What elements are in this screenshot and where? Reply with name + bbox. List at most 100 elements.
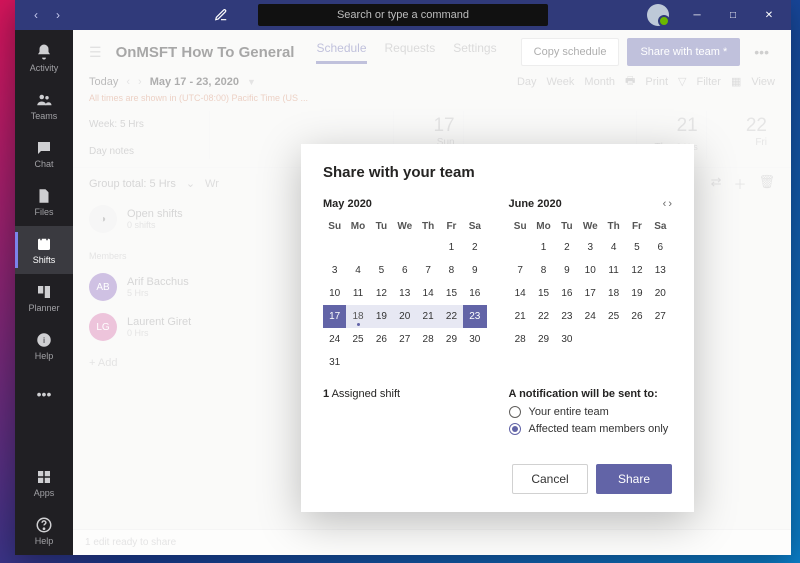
shifts-icon xyxy=(35,235,53,253)
compose-icon[interactable] xyxy=(209,3,233,27)
calendar-day[interactable]: 2 xyxy=(555,236,578,259)
rail-apps[interactable]: Apps xyxy=(15,459,73,507)
calendar-day[interactable]: 27 xyxy=(649,305,672,328)
help-icon: i xyxy=(35,331,53,349)
calendar-day[interactable]: 29 xyxy=(440,328,463,351)
calendar-day[interactable]: 30 xyxy=(463,328,486,351)
calendar-day[interactable]: 10 xyxy=(323,282,346,305)
calendar-day[interactable]: 5 xyxy=(370,259,393,282)
window-close-icon[interactable]: ✕ xyxy=(751,1,787,29)
calendar-day[interactable]: 1 xyxy=(440,236,463,259)
calendar-day[interactable]: 4 xyxy=(346,259,369,282)
calendar-day[interactable]: 30 xyxy=(555,328,578,351)
rail-shifts[interactable]: Shifts xyxy=(15,226,73,274)
rail-planner[interactable]: Planner xyxy=(15,274,73,322)
calendar-day[interactable]: 15 xyxy=(532,282,555,305)
calendar-day[interactable]: 16 xyxy=(555,282,578,305)
calendar-day[interactable]: 25 xyxy=(346,328,369,351)
calendar-day[interactable]: 7 xyxy=(416,259,439,282)
calendar-day[interactable]: 2 xyxy=(463,236,486,259)
calendar-day[interactable]: 5 xyxy=(625,236,648,259)
rail-chat[interactable]: Chat xyxy=(15,130,73,178)
month-label: May 2020 xyxy=(323,198,487,210)
calendar-day[interactable]: 18 xyxy=(602,282,625,305)
calendar-day[interactable]: 14 xyxy=(416,282,439,305)
calendar-day[interactable]: 16 xyxy=(463,282,486,305)
rail-label: Planner xyxy=(28,303,59,313)
calendar-day[interactable]: 20 xyxy=(393,305,416,328)
teams-icon xyxy=(35,91,53,109)
calendar-day[interactable]: 13 xyxy=(393,282,416,305)
calendar-day[interactable]: 19 xyxy=(370,305,393,328)
calendar-day[interactable]: 11 xyxy=(602,259,625,282)
weekday-label: Su xyxy=(323,221,346,232)
radio-affected-only[interactable]: Affected team members only xyxy=(509,423,673,435)
calendar-june: June 2020 ‹ › SuMoTuWeThFrSa 12345678910… xyxy=(509,195,673,374)
window-maximize-icon[interactable]: □ xyxy=(715,1,751,29)
calendar-day[interactable]: 23 xyxy=(463,305,486,328)
rail-help[interactable]: i Help xyxy=(15,322,73,370)
calendar-day[interactable]: 11 xyxy=(346,282,369,305)
calendar-day[interactable]: 3 xyxy=(323,259,346,282)
search-input[interactable]: Search or type a command xyxy=(258,4,548,26)
calendar-day[interactable]: 18 xyxy=(346,305,369,328)
window-minimize-icon[interactable]: ─ xyxy=(679,1,715,29)
nav-back-icon[interactable]: ‹ xyxy=(25,4,47,26)
help-circle-icon xyxy=(35,516,53,534)
calendar-day[interactable]: 26 xyxy=(370,328,393,351)
apps-icon xyxy=(35,468,53,486)
calendar-day[interactable]: 12 xyxy=(370,282,393,305)
rail-help-bottom[interactable]: Help xyxy=(15,507,73,555)
calendar-day[interactable]: 23 xyxy=(555,305,578,328)
rail-activity[interactable]: Activity xyxy=(15,34,73,82)
radio-icon xyxy=(509,423,521,435)
calendar-day[interactable]: 24 xyxy=(579,305,602,328)
cal-next-icon[interactable]: › xyxy=(668,198,672,210)
rail-teams[interactable]: Teams xyxy=(15,82,73,130)
calendar-day[interactable]: 10 xyxy=(579,259,602,282)
files-icon xyxy=(35,187,53,205)
calendar-day[interactable]: 31 xyxy=(323,351,346,374)
app-rail: Activity Teams Chat Files Shifts Planner xyxy=(15,30,73,555)
calendar-day[interactable]: 22 xyxy=(532,305,555,328)
rail-more[interactable]: ••• xyxy=(15,370,73,418)
cal-prev-icon[interactable]: ‹ xyxy=(663,198,667,210)
calendar-day[interactable]: 9 xyxy=(555,259,578,282)
rail-files[interactable]: Files xyxy=(15,178,73,226)
calendar-day[interactable]: 24 xyxy=(323,328,346,351)
calendar-day[interactable]: 15 xyxy=(440,282,463,305)
titlebar: ‹ › Search or type a command ─ □ ✕ xyxy=(15,0,791,30)
share-button[interactable]: Share xyxy=(596,464,672,494)
calendar-day[interactable]: 1 xyxy=(532,236,555,259)
weekday-label: Tu xyxy=(555,221,578,232)
calendar-day[interactable]: 9 xyxy=(463,259,486,282)
calendar-day[interactable]: 17 xyxy=(579,282,602,305)
calendar-day[interactable]: 17 xyxy=(323,305,346,328)
calendar-day[interactable]: 26 xyxy=(625,305,648,328)
calendar-day[interactable]: 6 xyxy=(649,236,672,259)
calendar-day[interactable]: 21 xyxy=(509,305,532,328)
calendar-day[interactable]: 21 xyxy=(416,305,439,328)
calendar-day[interactable]: 19 xyxy=(625,282,648,305)
calendar-day[interactable]: 4 xyxy=(602,236,625,259)
calendar-day[interactable]: 29 xyxy=(532,328,555,351)
rail-label: Shifts xyxy=(33,255,56,265)
cancel-button[interactable]: Cancel xyxy=(512,464,588,494)
calendar-day[interactable]: 12 xyxy=(625,259,648,282)
calendar-day[interactable]: 3 xyxy=(579,236,602,259)
calendar-day[interactable]: 6 xyxy=(393,259,416,282)
calendar-day[interactable]: 25 xyxy=(602,305,625,328)
calendar-day[interactable]: 22 xyxy=(440,305,463,328)
calendar-day[interactable]: 28 xyxy=(416,328,439,351)
calendar-day[interactable]: 13 xyxy=(649,259,672,282)
user-avatar[interactable] xyxy=(647,4,669,26)
calendar-day[interactable]: 27 xyxy=(393,328,416,351)
calendar-day[interactable]: 14 xyxy=(509,282,532,305)
nav-forward-icon[interactable]: › xyxy=(47,4,69,26)
calendar-day[interactable]: 28 xyxy=(509,328,532,351)
calendar-day[interactable]: 8 xyxy=(532,259,555,282)
calendar-day[interactable]: 8 xyxy=(440,259,463,282)
calendar-day[interactable]: 20 xyxy=(649,282,672,305)
radio-entire-team[interactable]: Your entire team xyxy=(509,406,673,418)
calendar-day[interactable]: 7 xyxy=(509,259,532,282)
